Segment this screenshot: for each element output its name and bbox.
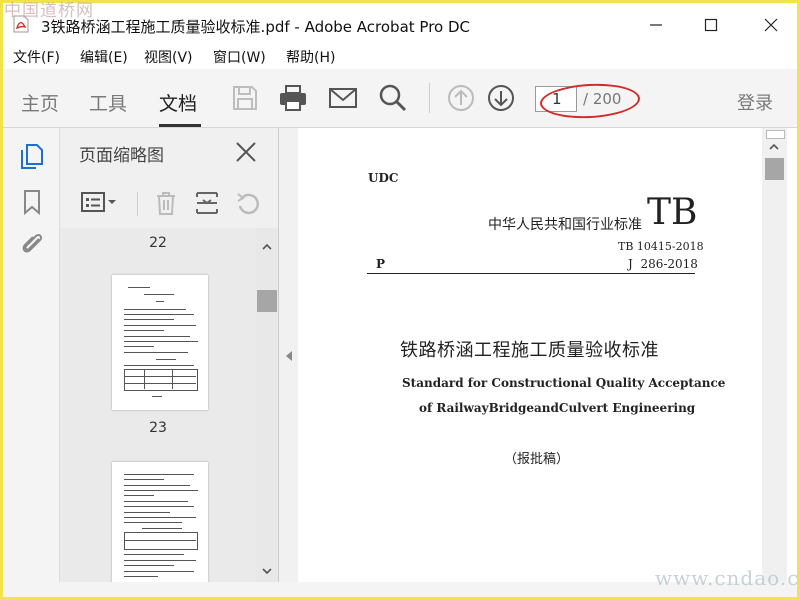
rotate-page-icon[interactable] <box>234 189 262 217</box>
doc-header-rule <box>367 273 695 274</box>
thumbnail-page-23[interactable] <box>112 275 208 410</box>
panel-toolbar <box>60 178 278 228</box>
window-title: 3铁路桥涵工程施工质量验收标准.pdf - Adobe Acrobat Pro … <box>41 18 471 36</box>
tab-tools[interactable]: 工具 <box>89 89 127 116</box>
scroll-up-icon[interactable] <box>261 242 273 252</box>
minimize-button[interactable] <box>642 11 670 39</box>
thumbnail-options-icon[interactable] <box>80 190 120 216</box>
attachment-icon[interactable] <box>19 230 45 258</box>
delete-page-icon[interactable] <box>152 189 180 217</box>
scroll-split-handle[interactable] <box>766 130 785 139</box>
next-page-icon[interactable] <box>485 82 517 114</box>
main-toolbar: 主页 工具 文档 1 / 200 登录 <box>3 69 797 128</box>
previous-page-icon[interactable] <box>445 82 477 114</box>
doc-title-cn: 铁路桥涵工程施工质量验收标准 <box>400 340 659 361</box>
panel-toolbar-separator <box>137 192 138 216</box>
doc-org: 中华人民共和国行业标准 <box>488 217 642 233</box>
watermark-top: 中国道桥网 <box>4 1 94 21</box>
search-icon[interactable] <box>377 82 409 114</box>
watermark-bottom: www.cndao.com <box>655 566 800 590</box>
thumbnail-label: 23 <box>149 420 167 436</box>
doc-j-number: J 286-2018 <box>628 257 698 271</box>
menu-file[interactable]: 文件(F) <box>13 47 60 67</box>
menu-window[interactable]: 窗口(W) <box>213 47 266 67</box>
doc-scrollbar-thumb[interactable] <box>765 158 784 180</box>
close-panel-icon[interactable] <box>235 141 257 163</box>
toolbar-separator <box>429 83 430 113</box>
page-thumbnails-icon[interactable] <box>19 142 45 170</box>
doc-title-en-line2: of RailwayBridgeandCulvert Engineering <box>419 401 696 415</box>
active-tab-indicator <box>159 124 201 127</box>
bookmark-icon[interactable] <box>21 188 43 216</box>
doc-title-en-line1: Standard for Constructional Quality Acce… <box>402 376 726 390</box>
doc-p-mark: P <box>376 257 386 271</box>
email-icon[interactable] <box>327 82 359 114</box>
save-icon[interactable] <box>229 82 261 114</box>
login-button[interactable]: 登录 <box>737 89 773 115</box>
pane-splitter[interactable] <box>278 128 299 582</box>
thumbnail-label: 22 <box>149 235 167 251</box>
maximize-icon <box>704 18 718 32</box>
scrollbar-thumb[interactable] <box>257 290 277 312</box>
extract-page-icon[interactable] <box>193 189 221 217</box>
title-bar: 3铁路桥涵工程施工质量验收标准.pdf - Adobe Acrobat Pro … <box>3 3 797 43</box>
maximize-button[interactable] <box>697 11 725 39</box>
page-thumbnails-panel: 页面缩略图 22 23 <box>60 128 278 582</box>
print-icon[interactable] <box>277 82 309 114</box>
menu-bar: 文件(F) 编辑(E) 视图(V) 窗口(W) 帮助(H) <box>3 43 797 69</box>
doc-draft-note: （报批稿） <box>504 452 570 467</box>
doc-std-number: TB 10415-2018 <box>618 240 704 253</box>
tab-home[interactable]: 主页 <box>21 89 59 116</box>
scroll-down-icon[interactable] <box>261 566 273 576</box>
panel-title: 页面缩略图 <box>79 146 164 166</box>
doc-scroll-up-icon[interactable] <box>768 142 780 152</box>
minimize-icon <box>650 24 662 26</box>
close-icon <box>764 18 778 32</box>
navigation-pane-rail <box>3 128 60 582</box>
document-view[interactable]: UDC 中华人民共和国行业标准 TB TB 10415-2018 P J 286… <box>298 128 762 582</box>
collapse-pane-icon[interactable] <box>284 350 294 362</box>
close-window-button[interactable] <box>757 11 785 39</box>
menu-help[interactable]: 帮助(H) <box>286 47 335 67</box>
menu-edit[interactable]: 编辑(E) <box>80 47 128 67</box>
doc-udc: UDC <box>368 171 399 185</box>
doc-tb-mark: TB <box>647 192 698 233</box>
thumbnail-scrollbar[interactable] <box>256 228 278 582</box>
thumbnail-list[interactable]: 22 23 <box>60 228 256 582</box>
document-scrollbar[interactable] <box>762 128 787 582</box>
thumbnail-page-24[interactable] <box>112 462 208 582</box>
menu-view[interactable]: 视图(V) <box>144 47 193 67</box>
tab-document[interactable]: 文档 <box>159 89 197 116</box>
